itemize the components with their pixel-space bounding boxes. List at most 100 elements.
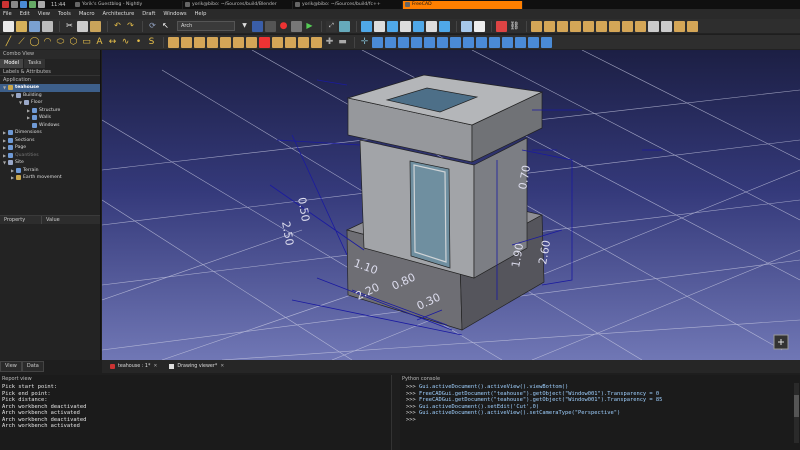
- view-front-icon[interactable]: [374, 20, 385, 32]
- wire-to-bspline-icon[interactable]: [272, 36, 283, 48]
- run-macro-icon[interactable]: ▶: [304, 21, 315, 32]
- snap-midpoint-icon[interactable]: [398, 36, 409, 48]
- array-icon[interactable]: ✚: [324, 37, 335, 48]
- ellipse-icon[interactable]: ⬭: [55, 37, 66, 48]
- building-icon[interactable]: [570, 20, 581, 32]
- menu-tools[interactable]: Tools: [58, 11, 71, 17]
- snap-center-icon[interactable]: [411, 36, 422, 48]
- menu-edit[interactable]: Edit: [20, 11, 30, 17]
- workbench-dropdown-icon[interactable]: ▼: [239, 21, 250, 32]
- python-console[interactable]: Python console >>> Gui.activeDocument().…: [400, 375, 800, 450]
- shapestring-icon[interactable]: S: [146, 37, 157, 48]
- tree-item[interactable]: ▶ Sections: [0, 137, 100, 145]
- tree-item[interactable]: ▶ Walls: [0, 114, 100, 122]
- menu-file[interactable]: File: [3, 11, 12, 17]
- close-icon[interactable]: ✕: [153, 364, 157, 369]
- tab-drawing-viewer[interactable]: Drawing viewer* ✕: [165, 362, 228, 372]
- python-console-output[interactable]: >>> Gui.activeDocument().activeView().vi…: [400, 384, 800, 423]
- del-point-icon[interactable]: [298, 36, 309, 48]
- refresh-icon[interactable]: ⟳: [147, 21, 158, 32]
- wall-icon[interactable]: [531, 20, 542, 32]
- measure-clear-icon[interactable]: [474, 20, 485, 32]
- redo-icon[interactable]: ↷: [125, 21, 136, 32]
- view-bottom-icon[interactable]: [426, 20, 437, 32]
- tree-item[interactable]: ▶ Earth movement: [0, 174, 100, 182]
- edit-icon[interactable]: [259, 36, 270, 48]
- upgrade-icon[interactable]: [220, 36, 231, 48]
- snap-parallel-icon[interactable]: [476, 36, 487, 48]
- menu-draft[interactable]: Draft: [142, 11, 155, 17]
- view-top-icon[interactable]: [387, 20, 398, 32]
- clone-icon[interactable]: ▬: [337, 37, 348, 48]
- shape2dview-icon[interactable]: [311, 36, 322, 48]
- tree-item[interactable]: ▶ Dimensions: [0, 129, 100, 137]
- measure-icon[interactable]: [461, 20, 472, 32]
- paste-icon[interactable]: [90, 20, 101, 32]
- console-scrollbar[interactable]: [794, 383, 799, 443]
- section-plane-icon[interactable]: [609, 20, 620, 32]
- window-icon[interactable]: [596, 20, 607, 32]
- property-column-header[interactable]: Property: [0, 216, 42, 224]
- 3d-viewport[interactable]: 0.50 2.50 0.70 2.60 1.90 1.10 2.20 0.80 …: [102, 50, 800, 360]
- browser-icon[interactable]: [20, 1, 27, 8]
- roof-icon[interactable]: [622, 20, 633, 32]
- tree-item[interactable]: ▶ Page: [0, 144, 100, 152]
- tree-item[interactable]: ▼ teahouse: [0, 84, 100, 92]
- undo-icon[interactable]: ↶: [112, 21, 123, 32]
- terminal-icon[interactable]: [29, 1, 36, 8]
- snap-dimensions-icon[interactable]: [528, 36, 539, 48]
- print-icon[interactable]: [42, 20, 53, 32]
- taskbar-task[interactable]: FreeCAD: [403, 0, 523, 9]
- line-icon[interactable]: ╱: [3, 37, 14, 48]
- stop-macro-icon[interactable]: [291, 20, 302, 32]
- tree-item[interactable]: ▶ Terrain: [0, 167, 100, 175]
- files-icon[interactable]: [11, 1, 18, 8]
- tab-view[interactable]: View: [0, 361, 22, 372]
- view-isometric-icon[interactable]: [361, 20, 372, 32]
- offset-icon[interactable]: [194, 36, 205, 48]
- add-point-icon[interactable]: [285, 36, 296, 48]
- menu-help[interactable]: Help: [195, 11, 207, 17]
- macro-icon[interactable]: [252, 20, 263, 32]
- circle-icon[interactable]: ◯: [29, 37, 40, 48]
- settings-icon[interactable]: [38, 1, 45, 8]
- trimex-icon[interactable]: [207, 36, 218, 48]
- view-left-icon[interactable]: [439, 20, 450, 32]
- tree-item[interactable]: ▼ Site: [0, 159, 100, 167]
- workbench-selector[interactable]: Arch: [177, 21, 235, 31]
- menu-architecture[interactable]: Architecture: [103, 11, 135, 17]
- tab-tasks[interactable]: Tasks: [24, 59, 47, 68]
- floor-icon[interactable]: [557, 20, 568, 32]
- snap-angle-icon[interactable]: [424, 36, 435, 48]
- structure-icon[interactable]: [544, 20, 555, 32]
- tab-data[interactable]: Data: [21, 361, 44, 372]
- whats-this-icon[interactable]: ↖: [160, 21, 171, 32]
- scale-icon[interactable]: [246, 36, 257, 48]
- save-icon[interactable]: [29, 20, 40, 32]
- snap-grid-icon[interactable]: [372, 36, 383, 48]
- close-icon[interactable]: ✕: [220, 364, 224, 369]
- stairs-icon[interactable]: [661, 20, 672, 32]
- snap-ortho-icon[interactable]: [515, 36, 526, 48]
- rectangle-icon[interactable]: ▭: [81, 37, 92, 48]
- arc-icon[interactable]: ◠: [42, 37, 53, 48]
- snap-working-plane-icon[interactable]: [541, 36, 552, 48]
- space-icon[interactable]: [648, 20, 659, 32]
- site-icon[interactable]: [583, 20, 594, 32]
- tab-model[interactable]: Model: [0, 59, 25, 68]
- tree-item[interactable]: ▶ Structure: [0, 107, 100, 115]
- view-rear-icon[interactable]: [413, 20, 424, 32]
- snap-perpendicular-icon[interactable]: [450, 36, 461, 48]
- std-views-icon[interactable]: [339, 20, 350, 32]
- snap-endpoint-icon[interactable]: [385, 36, 396, 48]
- snap-icon[interactable]: ✛: [359, 37, 370, 48]
- equipment-icon[interactable]: [687, 20, 698, 32]
- axes-icon[interactable]: [635, 20, 646, 32]
- view-fit-icon[interactable]: ⤢: [326, 20, 337, 32]
- snap-special-icon[interactable]: [489, 36, 500, 48]
- cut-icon[interactable]: ✂: [64, 21, 75, 32]
- value-column-header[interactable]: Value: [42, 216, 84, 224]
- move-icon[interactable]: [168, 36, 179, 48]
- web-icon[interactable]: [496, 20, 507, 32]
- text-icon[interactable]: A: [94, 37, 105, 48]
